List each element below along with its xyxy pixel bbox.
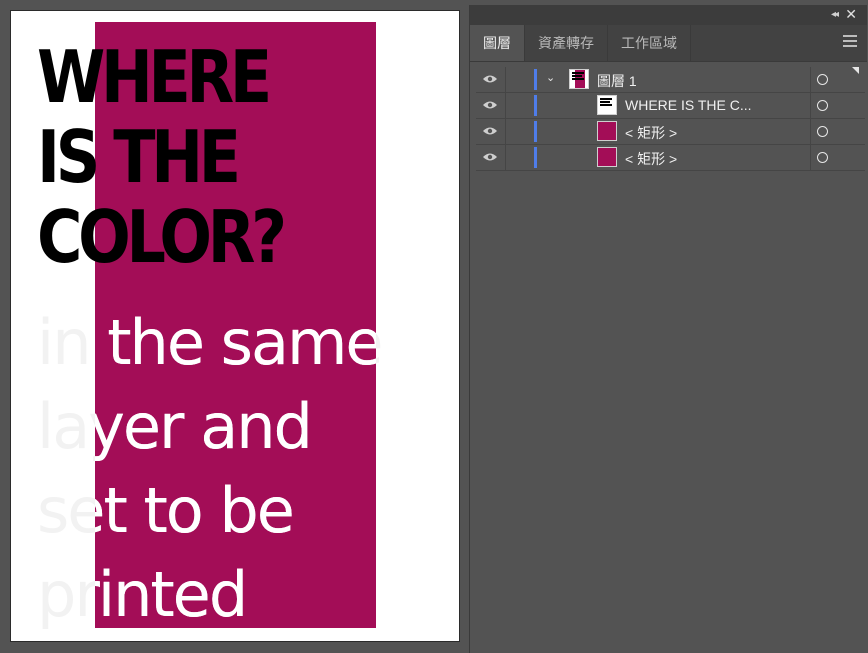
- eye-icon[interactable]: [482, 74, 498, 84]
- layer-row[interactable]: WHERE IS THE C...: [476, 93, 865, 119]
- column-divider: [810, 67, 811, 92]
- layer-color-bar: [534, 95, 537, 116]
- layer-color-bar: [534, 69, 537, 90]
- headline-line: WHERE: [37, 35, 272, 119]
- body-line: layer and: [95, 390, 313, 463]
- layer-color-bar: [534, 121, 537, 142]
- column-divider: [505, 67, 506, 92]
- headline-text[interactable]: WHERE IS THE COLOR?: [37, 35, 287, 279]
- target-circle-icon[interactable]: [817, 126, 828, 137]
- layer-row[interactable]: ⌄ 圖層 1: [476, 67, 865, 93]
- panel-tabbar: 圖層 資產轉存 工作區域: [470, 25, 867, 62]
- close-icon[interactable]: ✕: [845, 6, 857, 23]
- rectangle-thumbnail: [597, 147, 617, 167]
- layer-name[interactable]: < 矩形 >: [625, 123, 677, 143]
- headline-line: IS THE: [37, 115, 241, 199]
- layer-color-bar: [534, 147, 537, 168]
- layers-list: ⌄ 圖層 1 WHERE IS THE C... < 矩形 > < 矩形 >: [476, 67, 865, 171]
- artboard[interactable]: in the same layer and set to be printed …: [10, 10, 460, 642]
- layer-row[interactable]: < 矩形 >: [476, 145, 865, 171]
- hamburger-menu-icon[interactable]: [843, 35, 857, 50]
- body-line: in the same: [95, 306, 376, 379]
- text-thumbnail: [597, 95, 617, 115]
- chevron-down-icon[interactable]: ⌄: [546, 71, 555, 84]
- column-divider: [810, 145, 811, 170]
- layer-name[interactable]: WHERE IS THE C...: [625, 97, 752, 113]
- tab-artboards[interactable]: 工作區域: [608, 25, 691, 61]
- eye-icon[interactable]: [482, 152, 498, 162]
- target-circle-icon[interactable]: [817, 74, 828, 85]
- column-divider: [810, 93, 811, 118]
- tab-layers[interactable]: 圖層: [470, 25, 525, 61]
- column-divider: [505, 119, 506, 144]
- rectangle-thumbnail: [597, 121, 617, 141]
- body-line: set to be: [95, 474, 295, 547]
- selection-corner-indicator: [852, 67, 859, 74]
- tab-asset-export[interactable]: 資產轉存: [525, 25, 608, 61]
- target-circle-icon[interactable]: [817, 152, 828, 163]
- panel-title-bar: ◂◂ ✕: [470, 5, 867, 25]
- body-text-on-rectangle: in the same layer and set to be printed: [95, 301, 376, 628]
- eye-icon[interactable]: [482, 100, 498, 110]
- column-divider: [505, 145, 506, 170]
- body-line: printed: [95, 558, 248, 628]
- layer-name[interactable]: < 矩形 >: [625, 149, 677, 169]
- layer-row[interactable]: < 矩形 >: [476, 119, 865, 145]
- target-circle-icon[interactable]: [817, 100, 828, 111]
- layers-panel: ◂◂ ✕ 圖層 資產轉存 工作區域 ⌄ 圖層 1 WHERE IS THE C.…: [469, 5, 867, 653]
- column-divider: [810, 119, 811, 144]
- eye-icon[interactable]: [482, 126, 498, 136]
- layer-name[interactable]: 圖層 1: [597, 71, 637, 91]
- headline-line: COLOR?: [37, 195, 287, 279]
- layer-thumbnail: [569, 69, 589, 89]
- column-divider: [505, 93, 506, 118]
- double-chevron-left-icon[interactable]: ◂◂: [831, 9, 839, 20]
